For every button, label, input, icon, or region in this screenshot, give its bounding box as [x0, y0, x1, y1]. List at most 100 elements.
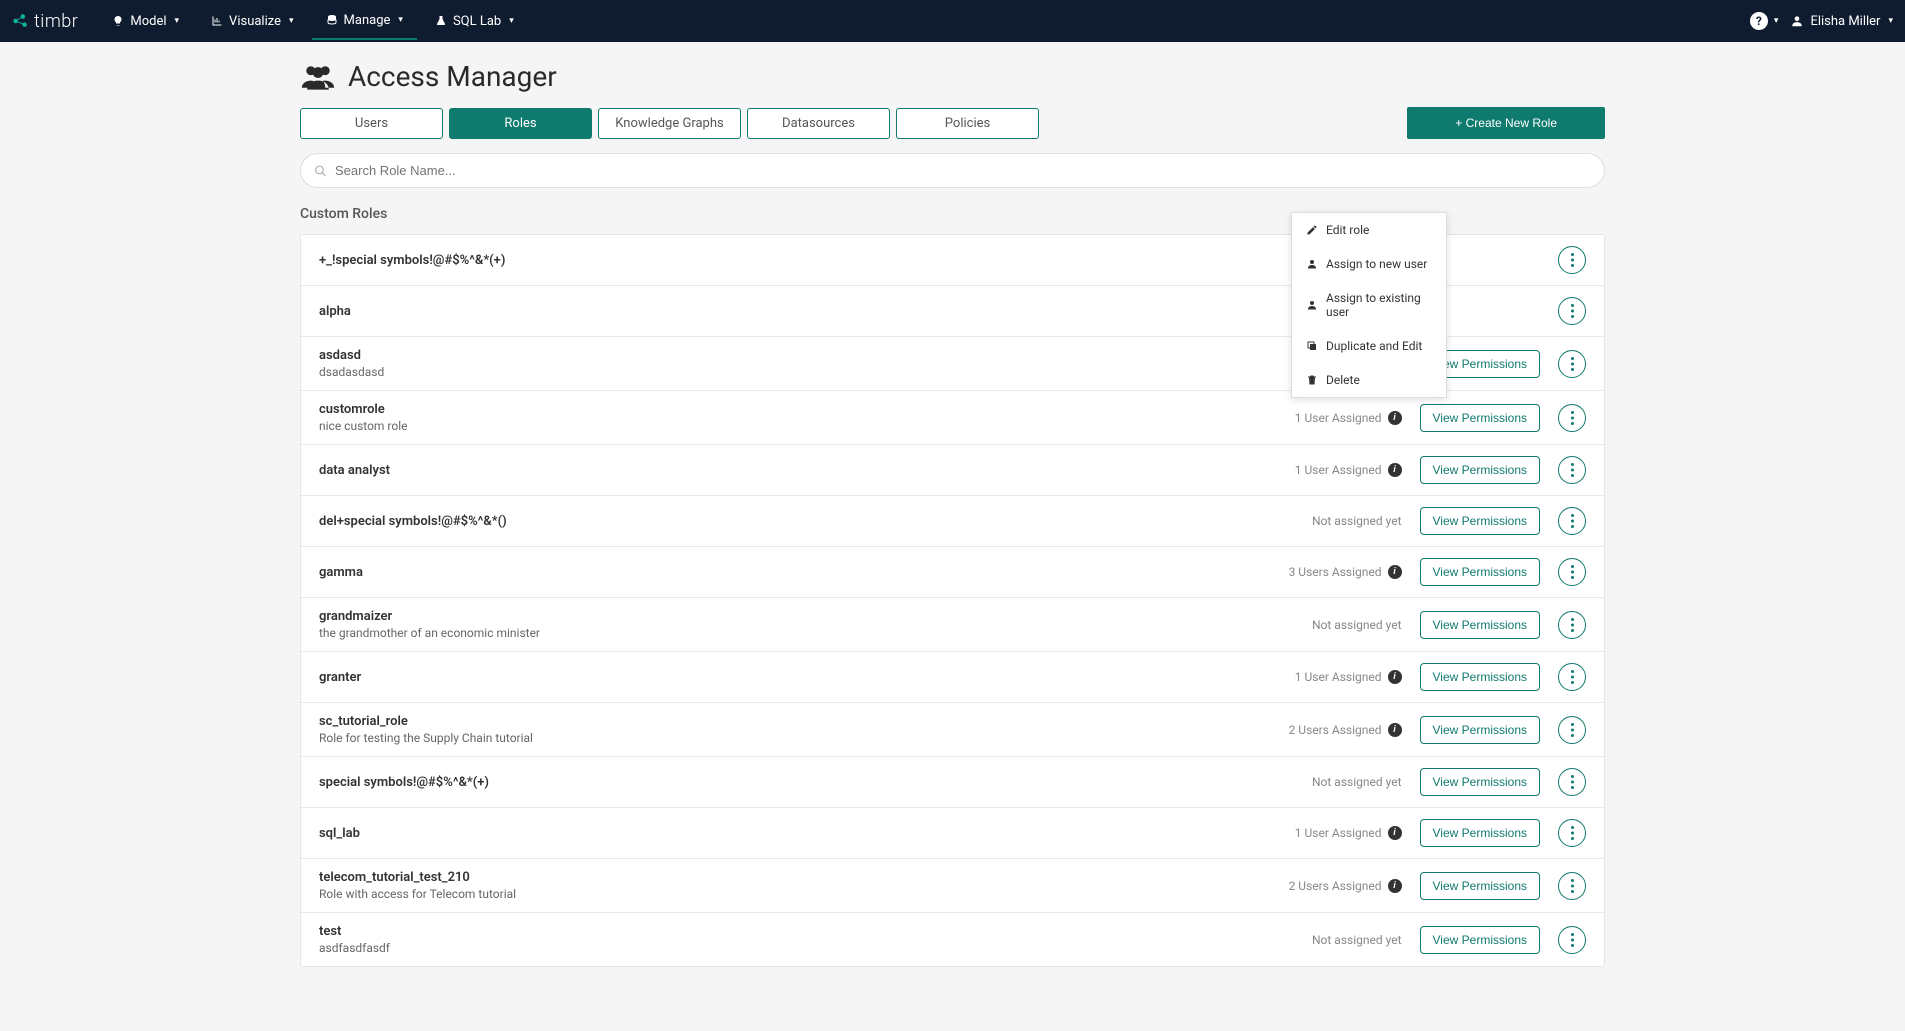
- nav-menu: Model▾ Visualize▾ Manage▾ SQL Lab▾: [98, 3, 527, 40]
- role-info: customrolenice custom role: [319, 402, 1295, 433]
- tab-knowledge-graphs[interactable]: Knowledge Graphs: [598, 108, 741, 139]
- row-actions-button[interactable]: [1558, 558, 1586, 586]
- chart-icon: [211, 15, 223, 27]
- info-icon[interactable]: i: [1388, 723, 1402, 737]
- role-status: 1 User Assignedi: [1295, 826, 1402, 840]
- row-actions-button[interactable]: [1558, 926, 1586, 954]
- role-description: Role for testing the Supply Chain tutori…: [319, 731, 1289, 745]
- nav-manage[interactable]: Manage▾: [312, 3, 417, 40]
- timbr-logo-icon: [12, 12, 30, 30]
- role-status: Not assigned yet: [1312, 775, 1402, 789]
- view-permissions-button[interactable]: View Permissions: [1420, 926, 1540, 954]
- row-actions-button[interactable]: [1558, 246, 1586, 274]
- nav-model[interactable]: Model▾: [98, 3, 193, 40]
- row-actions-button[interactable]: [1558, 297, 1586, 325]
- role-info: data analyst: [319, 463, 1295, 478]
- kebab-icon: [1571, 304, 1574, 318]
- tabs: Users Roles Knowledge Graphs Datasources…: [300, 108, 1039, 139]
- info-icon[interactable]: i: [1388, 670, 1402, 684]
- role-row: customrolenice custom role1 User Assigne…: [301, 391, 1604, 445]
- brand-logo[interactable]: timbr: [12, 11, 78, 32]
- info-icon[interactable]: i: [1388, 826, 1402, 840]
- kebab-icon: [1571, 826, 1574, 840]
- search-input[interactable]: [300, 153, 1605, 188]
- page-title: Access Manager: [348, 60, 557, 93]
- role-row: telecom_tutorial_test_210 Role with acces…: [301, 859, 1604, 913]
- row-actions-button[interactable]: [1558, 663, 1586, 691]
- role-row: grandmaizerthe grandmother of an economi…: [301, 598, 1604, 652]
- role-name: +_!special symbols!@#$%^&*(+): [319, 253, 1312, 268]
- view-permissions-button[interactable]: View Permissions: [1420, 663, 1540, 691]
- tab-policies[interactable]: Policies: [896, 108, 1039, 139]
- page-header: Access Manager: [300, 60, 1605, 93]
- nav-sqllab[interactable]: SQL Lab▾: [421, 3, 528, 40]
- pencil-icon: [1306, 224, 1318, 236]
- view-permissions-button[interactable]: View Permissions: [1420, 558, 1540, 586]
- role-status: 3 Users Assignedi: [1289, 565, 1402, 579]
- view-permissions-button[interactable]: View Permissions: [1420, 872, 1540, 900]
- role-description: Role with access for Telecom tutorial: [319, 887, 1289, 901]
- user-icon: [1306, 299, 1318, 311]
- role-name: telecom_tutorial_test_210: [319, 870, 1289, 885]
- caret-down-icon: ▾: [175, 16, 180, 26]
- row-actions-button[interactable]: [1558, 768, 1586, 796]
- tab-users[interactable]: Users: [300, 108, 443, 139]
- row-actions-button[interactable]: [1558, 611, 1586, 639]
- role-info: special symbols!@#$%^&*(+): [319, 775, 1312, 790]
- dropdown-item-assign-existing[interactable]: Assign to existing user: [1292, 281, 1446, 329]
- role-info: grandmaizerthe grandmother of an economi…: [319, 609, 1312, 640]
- role-description: dsadasdasd: [319, 365, 1295, 379]
- dropdown-item-assign-new[interactable]: Assign to new user: [1292, 247, 1446, 281]
- help-menu[interactable]: ? ▾: [1750, 12, 1779, 30]
- tab-datasources[interactable]: Datasources: [747, 108, 890, 139]
- help-icon: ?: [1750, 12, 1768, 30]
- kebab-icon: [1571, 357, 1574, 371]
- row-actions-button[interactable]: [1558, 507, 1586, 535]
- kebab-icon: [1571, 411, 1574, 425]
- view-permissions-button[interactable]: View Permissions: [1420, 611, 1540, 639]
- role-info: del+special symbols!@#$%^&*(): [319, 514, 1312, 529]
- row-actions-button[interactable]: [1558, 350, 1586, 378]
- dropdown-item-duplicate[interactable]: Duplicate and Edit: [1292, 329, 1446, 363]
- info-icon[interactable]: i: [1388, 565, 1402, 579]
- role-status: 2 Users Assignedi: [1289, 879, 1402, 893]
- kebab-icon: [1571, 253, 1574, 267]
- user-menu[interactable]: Elisha Miller ▾: [1790, 14, 1893, 29]
- dropdown-item-edit[interactable]: Edit role: [1292, 213, 1446, 247]
- view-permissions-button[interactable]: View Permissions: [1420, 819, 1540, 847]
- info-icon[interactable]: i: [1388, 879, 1402, 893]
- view-permissions-button[interactable]: View Permissions: [1420, 456, 1540, 484]
- kebab-icon: [1571, 933, 1574, 947]
- role-info: granter: [319, 670, 1295, 685]
- row-actions-button[interactable]: [1558, 716, 1586, 744]
- view-permissions-button[interactable]: View Permissions: [1420, 768, 1540, 796]
- nav-right: ? ▾ Elisha Miller ▾: [1750, 12, 1893, 30]
- role-description: the grandmother of an economic minister: [319, 626, 1312, 640]
- top-navbar: timbr Model▾ Visualize▾ Manage▾ SQL Lab▾…: [0, 0, 1905, 42]
- info-icon[interactable]: i: [1388, 411, 1402, 425]
- lightbulb-icon: [112, 15, 124, 27]
- database-icon: [326, 14, 338, 26]
- view-permissions-button[interactable]: View Permissions: [1420, 507, 1540, 535]
- row-actions-button[interactable]: [1558, 872, 1586, 900]
- row-actions-button[interactable]: [1558, 404, 1586, 432]
- create-role-button[interactable]: + Create New Role: [1407, 107, 1605, 139]
- nav-visualize[interactable]: Visualize▾: [197, 3, 307, 40]
- role-row: testasdfasdfasdfNot assigned yetView Per…: [301, 913, 1604, 966]
- view-permissions-button[interactable]: View Permissions: [1420, 716, 1540, 744]
- role-name: del+special symbols!@#$%^&*(): [319, 514, 1312, 529]
- role-row: granter1 User AssignediView Permissions: [301, 652, 1604, 703]
- caret-down-icon: ▾: [289, 16, 294, 26]
- tab-roles[interactable]: Roles: [449, 108, 592, 139]
- role-row: sql_lab1 User AssignediView Permissions: [301, 808, 1604, 859]
- view-permissions-button[interactable]: View Permissions: [1420, 404, 1540, 432]
- row-actions-button[interactable]: [1558, 456, 1586, 484]
- role-info: telecom_tutorial_test_210 Role with acces…: [319, 870, 1289, 901]
- info-icon[interactable]: i: [1388, 463, 1402, 477]
- kebab-icon: [1571, 723, 1574, 737]
- role-name: test: [319, 924, 1312, 939]
- row-actions-button[interactable]: [1558, 819, 1586, 847]
- role-description: nice custom role: [319, 419, 1295, 433]
- search-wrap: [300, 153, 1605, 188]
- dropdown-item-delete[interactable]: Delete: [1292, 363, 1446, 397]
